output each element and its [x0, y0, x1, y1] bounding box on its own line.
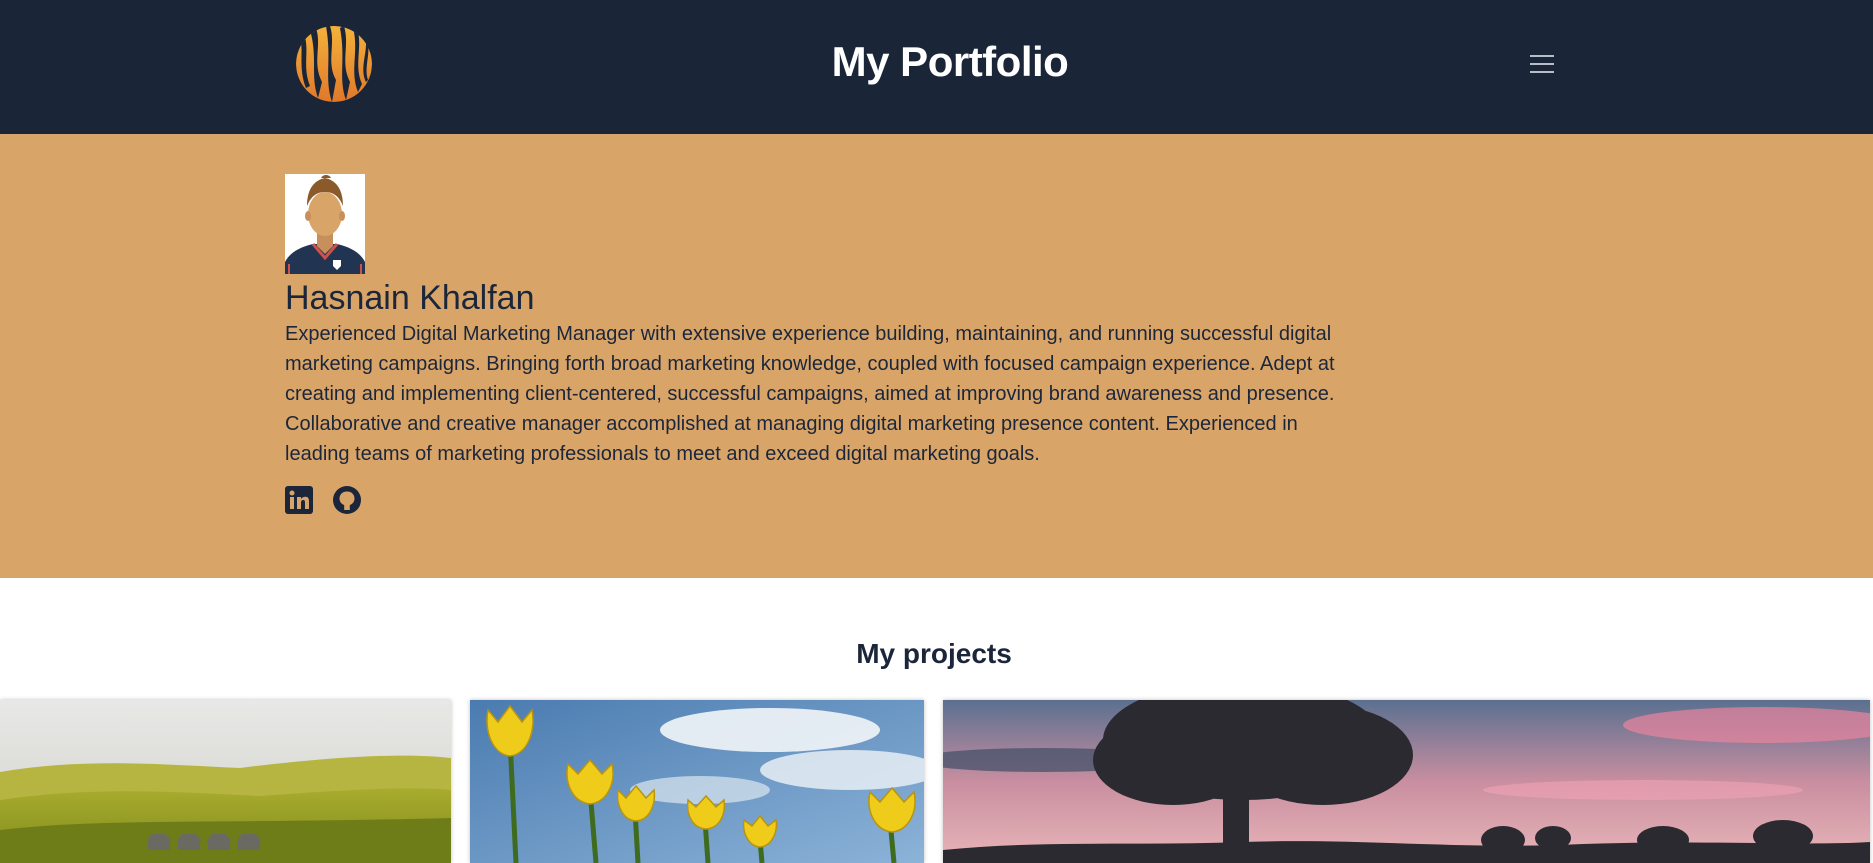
yellow-tulips-image [470, 700, 924, 863]
profile-avatar-icon [285, 174, 365, 274]
hamburger-menu-icon[interactable] [1520, 44, 1564, 84]
project-card-hills[interactable] [0, 700, 451, 863]
top-navbar: My Portfolio [0, 0, 1873, 134]
github-icon[interactable] [333, 486, 361, 514]
site-title: My Portfolio [831, 38, 1069, 85]
profile-name: Hasnain Khalfan [285, 279, 535, 317]
profile-bio: Experienced Digital Marketing Manager wi… [285, 323, 1335, 465]
social-links [285, 486, 361, 518]
tree-sunset-image [943, 700, 1870, 863]
green-hills-barns-image [0, 700, 451, 863]
linkedin-icon[interactable] [285, 486, 313, 514]
projects-title: My projects [856, 638, 1012, 669]
hero-section: Hasnain Khalfan Experienced Digital Mark… [0, 134, 1873, 578]
project-card-tulips[interactable] [470, 700, 924, 863]
project-card-tree[interactable] [943, 700, 1870, 863]
